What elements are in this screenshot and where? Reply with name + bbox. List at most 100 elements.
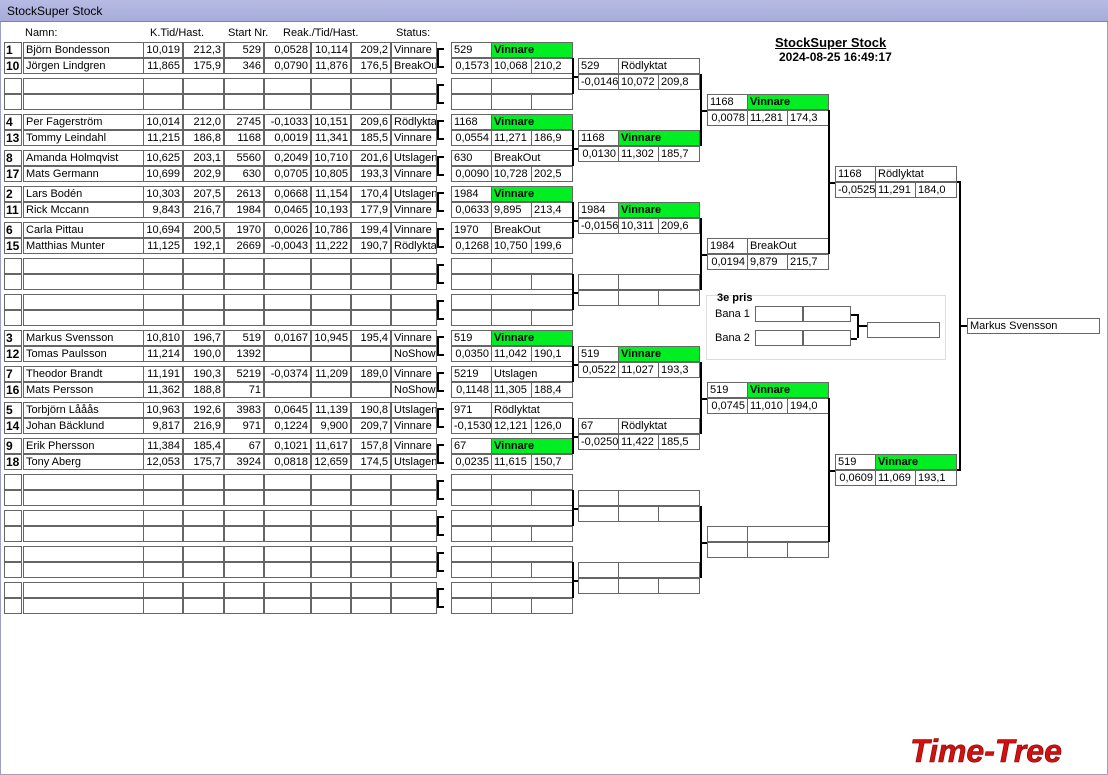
match-reak	[451, 274, 492, 290]
entry-tid	[311, 526, 351, 542]
entry-name	[23, 94, 144, 110]
entry-kt	[143, 78, 183, 94]
entry-tid: 10,193	[311, 202, 351, 218]
seed-number: 8	[4, 150, 22, 166]
entry-name: Carla Pittau	[23, 222, 144, 238]
entry-hast2	[351, 546, 391, 562]
bana2-label: Bana 2	[715, 332, 750, 344]
entry-hast2	[351, 310, 391, 326]
entry-tid	[311, 562, 351, 578]
entry-hast	[183, 78, 224, 94]
bracket-line	[574, 364, 578, 366]
entry-hast: 190,0	[183, 346, 224, 362]
match-start-nr	[451, 510, 492, 526]
match-speed	[531, 562, 573, 578]
entry-reak: 0,2049	[264, 150, 311, 166]
entry-hast: 203,1	[183, 150, 224, 166]
entry-reak	[264, 598, 311, 614]
entry-hast: 188,8	[183, 382, 224, 398]
match-reak: 0,0745	[707, 398, 748, 414]
match-speed: 193,3	[658, 362, 700, 378]
entry-tid: 12,659	[311, 454, 351, 470]
entry-kt: 10,694	[143, 222, 183, 238]
entry-reak	[264, 490, 311, 506]
entry-tid	[311, 294, 351, 310]
entry-kt: 10,019	[143, 42, 183, 58]
bracket-line	[439, 264, 444, 266]
entry-status: Vinnare	[391, 166, 437, 182]
entry-kt	[143, 526, 183, 542]
match-status: Vinnare	[747, 94, 829, 110]
bracket-line	[439, 120, 444, 122]
entry-kt: 9,843	[143, 202, 183, 218]
seed-number: 17	[4, 166, 22, 182]
entry-name	[23, 562, 144, 578]
bracket-line	[439, 354, 444, 356]
entry-tid	[311, 94, 351, 110]
entry-hast2	[351, 582, 391, 598]
seed-number	[4, 94, 22, 110]
match-status: Utslagen	[491, 366, 573, 382]
entry-hast2	[351, 94, 391, 110]
entry-status: Utslagen	[391, 186, 437, 202]
entry-start: 1392	[224, 346, 264, 362]
bracket-line	[439, 606, 444, 608]
bracket-line	[437, 336, 439, 356]
match-speed: 210,2	[531, 58, 573, 74]
entry-hast: 200,5	[183, 222, 224, 238]
match-reak: -0,0250	[578, 434, 619, 450]
match-reak	[451, 490, 492, 506]
third-place-box: 3e pris Bana 1 Bana 2	[706, 292, 946, 360]
entry-start	[224, 510, 264, 526]
entry-name: Tommy Leindahl	[23, 130, 144, 146]
match-start-nr: 971	[451, 402, 492, 418]
bracket-line	[439, 408, 444, 410]
entry-start	[224, 310, 264, 326]
entry-start	[224, 582, 264, 598]
entry-start	[224, 258, 264, 274]
match-speed: 188,4	[531, 382, 573, 398]
entry-status	[391, 474, 437, 490]
entry-name	[23, 474, 144, 490]
bracket-line	[437, 480, 439, 500]
entry-kt	[143, 274, 183, 290]
entry-reak	[264, 474, 311, 490]
match-time: 10,068	[491, 58, 532, 74]
entry-reak: 0,1224	[264, 418, 311, 434]
match-start-nr: 519	[451, 330, 492, 346]
match-reak: -0,0156	[578, 218, 619, 234]
title-bar: StockSuper Stock	[0, 0, 1108, 22]
entry-reak	[264, 346, 311, 362]
header-name: Namn:	[25, 27, 58, 39]
match-status: Vinnare	[618, 130, 700, 146]
seed-number: 6	[4, 222, 22, 238]
entry-tid	[311, 274, 351, 290]
entry-hast2: 209,6	[351, 114, 391, 130]
bracket-line	[439, 552, 444, 554]
seed-number	[4, 274, 22, 290]
entry-tid: 10,786	[311, 222, 351, 238]
match-status	[491, 258, 573, 274]
entry-hast: 186,8	[183, 130, 224, 146]
entry-status	[391, 94, 437, 110]
match-reak: 0,0633	[451, 202, 492, 218]
match-reak: 0,0609	[835, 470, 876, 486]
match-reak: 0,0235	[451, 454, 492, 470]
entry-status: Vinnare	[391, 202, 437, 218]
entry-name	[23, 546, 144, 562]
entry-hast2: 157,8	[351, 438, 391, 454]
entry-name: Markus Svensson	[23, 330, 144, 346]
match-start-nr: 529	[578, 58, 619, 74]
entry-status: Vinnare	[391, 438, 437, 454]
entry-hast	[183, 294, 224, 310]
match-start-nr	[451, 258, 492, 274]
match-reak: 0,1268	[451, 238, 492, 254]
match-start-nr: 1984	[451, 186, 492, 202]
entry-hast: 202,9	[183, 166, 224, 182]
match-start-nr: 1168	[578, 130, 619, 146]
match-speed: 126,0	[531, 418, 573, 434]
header-status: Status:	[396, 27, 431, 39]
seed-number: 9	[4, 438, 22, 454]
entry-status	[391, 582, 437, 598]
bracket-line	[439, 444, 444, 446]
